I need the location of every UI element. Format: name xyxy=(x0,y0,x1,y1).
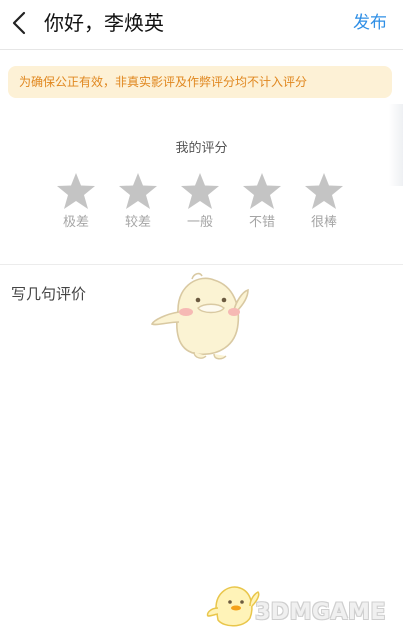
mascot-icon xyxy=(150,272,249,360)
star-label: 较差 xyxy=(124,215,151,230)
notice-banner: 为确保公正有效，非真实影评及作弊评分均不计入评分 xyxy=(8,66,392,98)
star-1[interactable]: 极差 xyxy=(51,172,101,231)
chevron-left-icon xyxy=(12,11,26,35)
star-2[interactable]: 较差 xyxy=(113,172,163,231)
star-icon xyxy=(305,173,343,209)
star-icon xyxy=(119,173,157,209)
rating-title: 我的评分 xyxy=(175,141,228,156)
star-icon xyxy=(243,173,281,209)
top-bar: 你好，李焕英 发布 xyxy=(0,0,403,50)
star-3[interactable]: 一般 xyxy=(175,172,225,231)
watermark-logo-icon xyxy=(206,586,260,627)
star-4[interactable]: 不错 xyxy=(237,172,287,231)
comment-input[interactable]: 写几句评价 xyxy=(11,283,86,304)
star-label: 一般 xyxy=(186,215,213,230)
page-title: 你好，李焕英 xyxy=(44,11,164,35)
star-label: 极差 xyxy=(62,215,89,230)
publish-button[interactable]: 发布 xyxy=(353,12,387,34)
star-5[interactable]: 很棒 xyxy=(299,172,349,231)
star-label: 很棒 xyxy=(310,215,337,230)
star-label: 不错 xyxy=(248,215,275,230)
star-icon xyxy=(57,173,95,209)
back-button[interactable] xyxy=(6,8,34,38)
section-divider xyxy=(0,264,403,265)
star-icon xyxy=(181,173,219,209)
watermark-text: 3DMGAME xyxy=(255,600,386,625)
